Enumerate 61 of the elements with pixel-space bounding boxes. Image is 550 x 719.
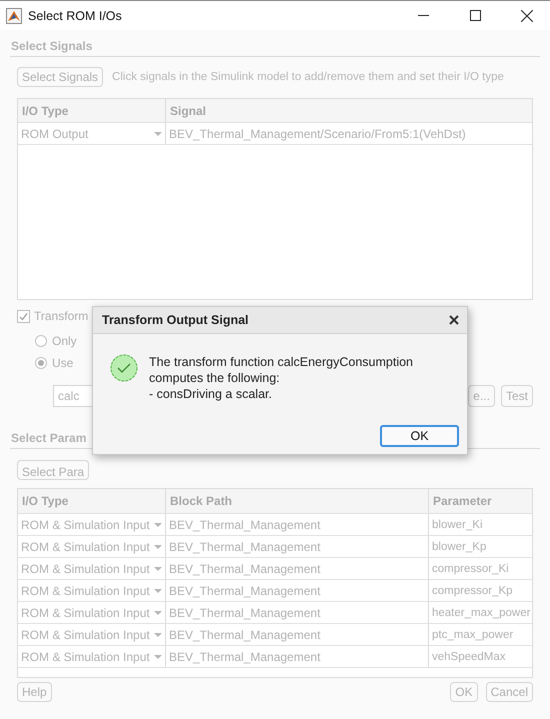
help-button[interactable]: Help (17, 682, 52, 702)
radio-label: Use (52, 356, 74, 370)
io-type-dropdown[interactable]: ROM & Simulation Input (18, 536, 166, 557)
section-heading: Select Signals (10, 30, 540, 57)
dropdown-caret-icon[interactable] (154, 632, 162, 636)
dropdown-caret-icon[interactable] (154, 522, 162, 526)
io-type-dropdown[interactable]: ROM & Simulation Input (18, 602, 166, 623)
table-cell: BEV_Thermal_Management (166, 646, 429, 667)
dropdown-caret-icon[interactable] (154, 566, 162, 570)
table-cell-text: compressor_Ki (431, 562, 510, 576)
io-type-dropdown[interactable]: ROM & Simulation Input (18, 580, 166, 601)
radio-button[interactable] (35, 357, 47, 369)
ok-button[interactable]: OK (450, 682, 478, 702)
table-cell: BEV_Thermal_Management (166, 536, 429, 557)
app-logo-icon (6, 8, 22, 24)
cancel-button[interactable]: Cancel (486, 682, 533, 702)
dropdown-caret-icon[interactable] (154, 610, 162, 614)
window-title: Select ROM I/Os (28, 8, 123, 22)
io-type-dropdown[interactable]: ROM & Simulation Input (18, 624, 166, 645)
dropdown-caret-icon[interactable] (154, 132, 162, 136)
dropdown-caret-icon[interactable] (154, 654, 162, 658)
table-cell-text: blower_Ki (431, 518, 484, 532)
table-cell-text: vehSpeedMax (431, 650, 507, 664)
io-type-dropdown[interactable]: ROM & Simulation Input (18, 646, 166, 667)
column-header[interactable]: I/O Type (18, 99, 166, 122)
close-icon[interactable] (449, 315, 459, 325)
transform-checkbox[interactable] (17, 310, 30, 322)
test-button[interactable]: Test (500, 385, 533, 407)
table-cell: BEV_Thermal_Management (166, 602, 429, 623)
table-cell-text: BEV_Thermal_Management/Scenario/From5:1(VehDst) (168, 126, 467, 142)
column-header[interactable]: Parameter (429, 489, 532, 513)
table-cell: BEV_Thermal_Management (166, 580, 429, 601)
checkbox-label: Transform (34, 309, 88, 323)
success-check-icon (110, 354, 138, 382)
dialog-message: The transform function calcEnergyConsumption computes the following: - consDriving a scalar. (149, 354, 414, 403)
column-header[interactable]: Signal (166, 99, 532, 122)
minimize-icon[interactable] (418, 15, 428, 16)
dialog-title: Transform Output Signal (102, 313, 249, 327)
hint-text: Click signals in the Simulink model to add/remove them and set their I/O type (112, 71, 504, 83)
table-cell: BEV_Thermal_Management (166, 624, 429, 645)
io-type-dropdown[interactable]: ROM & Simulation Input (18, 514, 166, 535)
table-cell-text: blower_Kp (431, 540, 488, 554)
close-icon[interactable] (521, 10, 533, 22)
radio-button[interactable] (35, 335, 47, 347)
dropdown-caret-icon[interactable] (154, 588, 162, 592)
io-type-dropdown[interactable]: ROM & Simulation Input (18, 558, 166, 579)
table-cell: BEV_Thermal_Management (166, 558, 429, 579)
table-cell: BEV_Thermal_Management (166, 514, 429, 535)
dropdown-caret-icon[interactable] (154, 544, 162, 548)
table-cell-text: heater_max_power (431, 606, 532, 620)
maximize-icon[interactable] (470, 10, 480, 21)
column-header[interactable]: Block Path (166, 489, 429, 513)
radio-label: Only (52, 334, 77, 348)
column-header[interactable]: I/O Type (18, 489, 166, 513)
ok-button[interactable]: OK (380, 425, 459, 447)
table-cell-text: ptc_max_power (431, 628, 514, 642)
select-signals-button[interactable]: Select Signals (17, 67, 104, 87)
io-type-dropdown[interactable]: ROM Output (18, 123, 166, 144)
table-cell-text: compressor_Kp (431, 584, 514, 598)
select-parameters-button[interactable]: Select Para (17, 460, 90, 480)
browse-button[interactable]: e... (468, 385, 495, 407)
